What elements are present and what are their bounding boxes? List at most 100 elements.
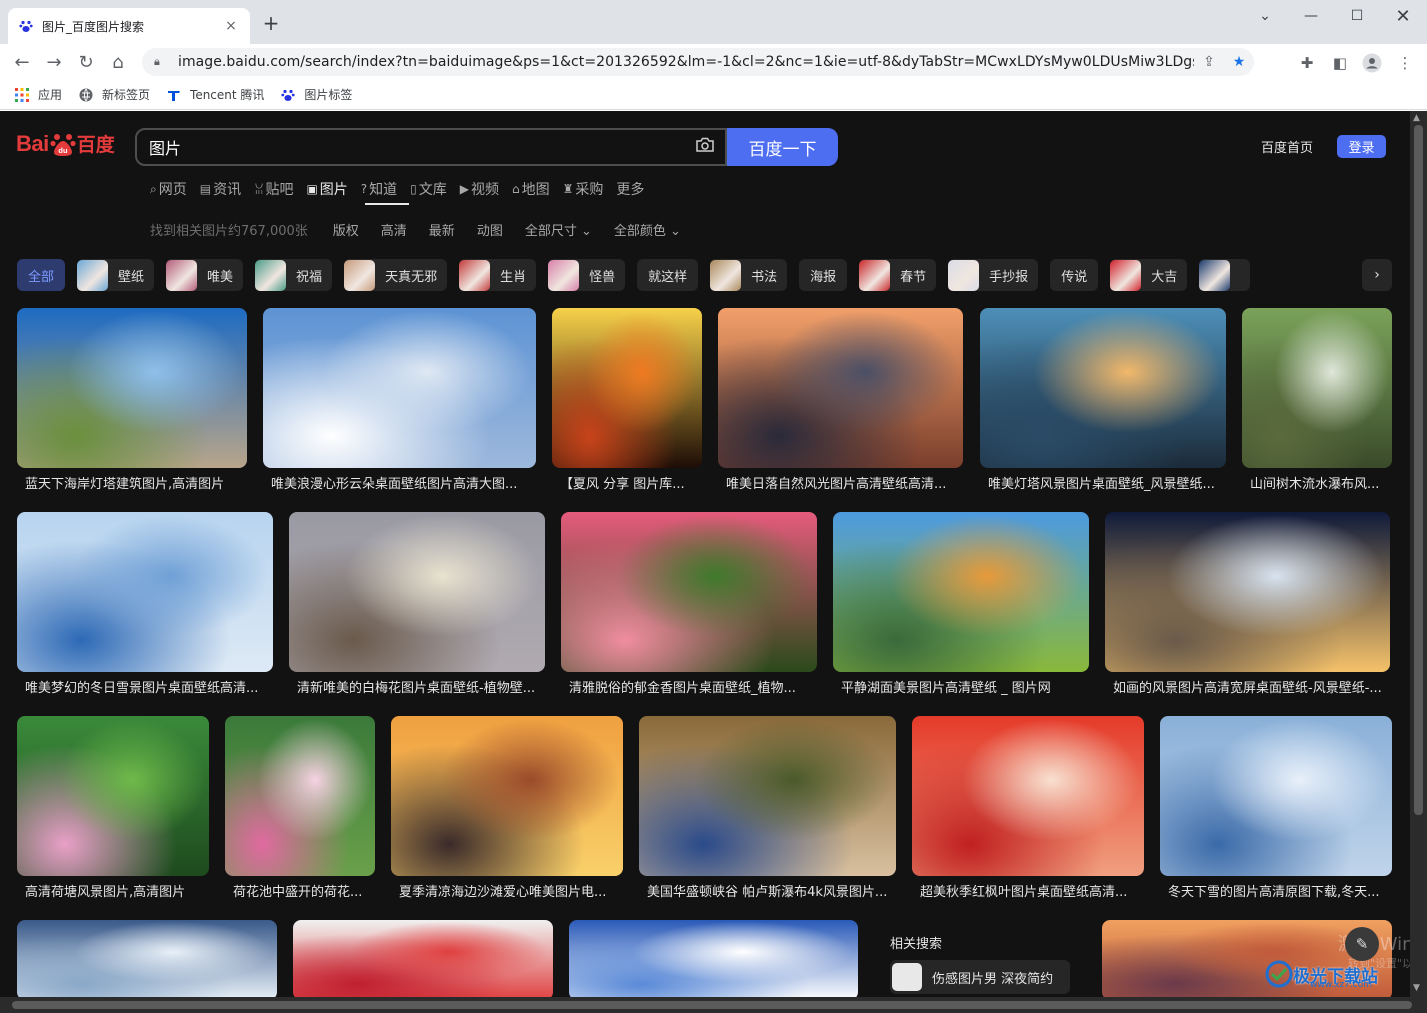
profile-icon[interactable] (1361, 52, 1383, 74)
chip-5[interactable]: 生肖 (459, 259, 537, 291)
filter-2[interactable]: 最新 (429, 220, 455, 239)
home-link[interactable]: 百度首页 (1261, 137, 1313, 156)
chip-2[interactable]: 唯美 (166, 259, 244, 291)
scrollbar-thumb[interactable] (12, 1001, 1412, 1009)
login-button[interactable]: 登录 (1337, 135, 1386, 158)
result-image[interactable] (718, 308, 963, 468)
chip-11[interactable]: 手抄报 (948, 259, 1039, 291)
chip-8[interactable]: 书法 (710, 259, 788, 291)
chip-13[interactable]: 大吉 (1110, 259, 1188, 291)
tab-5[interactable]: ▯ 文库 (410, 180, 447, 198)
maximize-icon[interactable]: ☐ (1342, 6, 1372, 26)
tab-3[interactable]: ▣ 图片 (306, 180, 347, 198)
image-card[interactable]: 荷花池中盛开的荷花... (225, 716, 375, 900)
result-image[interactable] (17, 920, 277, 1000)
image-caption[interactable]: 冬天下雪的图片高清原图下载,冬天... (1160, 881, 1392, 900)
chip-14[interactable] (1199, 259, 1251, 291)
camera-icon[interactable] (685, 137, 725, 158)
image-caption[interactable]: 荷花池中盛开的荷花... (225, 881, 375, 900)
image-card[interactable]: 唯美浪漫心形云朵桌面壁纸图片高清大图... (263, 308, 536, 492)
chip-7[interactable]: 就这样 (637, 259, 699, 291)
address-bar[interactable]: 🔒︎ image.baidu.com/search/index?tn=baidu… (142, 48, 1254, 76)
close-window-icon[interactable]: ✕ (1388, 6, 1418, 27)
result-image[interactable] (293, 920, 553, 1000)
image-card[interactable]: 山间树木流水瀑布风... (1242, 308, 1392, 492)
bookmark-tencent[interactable]: Tencent 腾讯 (166, 86, 264, 103)
image-caption[interactable]: 唯美浪漫心形云朵桌面壁纸图片高清大图... (263, 473, 536, 492)
new-tab-button[interactable]: + (260, 12, 282, 34)
image-card[interactable]: 冬天下雪的图片高清原图下载,冬天... (1160, 716, 1392, 900)
chevron-down-icon[interactable]: ⌄ (1250, 6, 1280, 26)
reload-icon[interactable]: ↻ (74, 50, 98, 74)
image-caption[interactable]: 美国华盛顿峡谷 帕卢斯瀑布4k风景图片... (639, 881, 896, 900)
tab-9[interactable]: 更多 (616, 180, 644, 198)
image-caption[interactable]: 蓝天下海岸灯塔建筑图片,高清图片 (17, 473, 247, 492)
filter-4[interactable]: 全部尺寸 ⌄ (525, 220, 592, 239)
tab-1[interactable]: ▤ 资讯 (200, 180, 241, 198)
share-icon[interactable]: ⇪ (1194, 54, 1224, 70)
result-image[interactable] (912, 716, 1144, 876)
tab-0[interactable]: ⌕ 网页 (150, 180, 187, 199)
image-card[interactable]: 美国华盛顿峡谷 帕卢斯瀑布4k风景图片... (639, 716, 896, 900)
image-card[interactable]: 蓝天下海岸灯塔建筑图片,高清图片 (17, 308, 247, 492)
result-image[interactable] (639, 716, 896, 876)
image-caption[interactable]: 夏季清凉海边沙滩爱心唯美图片电... (391, 881, 623, 900)
chip-0[interactable]: 全部 (17, 259, 66, 291)
back-icon[interactable]: ← (10, 50, 34, 74)
chip-10[interactable]: 春节 (859, 259, 937, 291)
image-caption[interactable]: 清新唯美的白梅花图片桌面壁纸-植物壁... (289, 677, 545, 696)
tab-4[interactable]: ? 知道 (361, 180, 397, 198)
image-caption[interactable]: 【夏风 分享 图片库... (552, 473, 702, 492)
image-card[interactable]: 平静湖面美景图片高清壁纸 _ 图片网 (833, 512, 1089, 696)
result-image[interactable] (17, 512, 273, 672)
home-icon[interactable]: ⌂ (106, 50, 130, 74)
result-image[interactable] (289, 512, 545, 672)
filter-5[interactable]: 全部颜色 ⌄ (614, 220, 681, 239)
chip-4[interactable]: 天真无邪 (344, 259, 448, 291)
vertical-scrollbar[interactable]: ▲ ▼ (1410, 111, 1427, 997)
chips-next-icon[interactable]: › (1362, 259, 1392, 291)
search-input[interactable]: 图片 (135, 128, 727, 166)
result-image[interactable] (833, 512, 1089, 672)
image-caption[interactable]: 唯美灯塔风景图片桌面壁纸_风景壁纸... (980, 473, 1226, 492)
tab-2[interactable]: ꈍ 贴吧 (254, 180, 293, 198)
chip-9[interactable]: 海报 (799, 259, 848, 291)
image-caption[interactable]: 超美秋季红枫叶图片桌面壁纸高清... (912, 881, 1144, 900)
image-card[interactable]: 超美秋季红枫叶图片桌面壁纸高清... (912, 716, 1144, 900)
image-card[interactable]: 唯美日落自然风光图片高清壁纸高清... (718, 308, 963, 492)
image-card[interactable] (293, 920, 553, 1000)
horizontal-scrollbar[interactable] (0, 997, 1427, 1013)
filter-1[interactable]: 高清 (381, 220, 407, 239)
feedback-icon[interactable]: ✎ (1345, 927, 1379, 961)
bookmark-newtab[interactable]: 新标签页 (78, 86, 150, 103)
related-item[interactable]: 伤感图片男 深夜简约 (890, 960, 1070, 994)
image-caption[interactable]: 平静湖面美景图片高清壁纸 _ 图片网 (833, 677, 1089, 696)
tab-7[interactable]: ⌂ 地图 (512, 180, 550, 198)
minimize-icon[interactable]: — (1296, 6, 1326, 26)
side-panel-icon[interactable]: ◧ (1329, 52, 1351, 74)
bookmark-image-tags[interactable]: 图片标签 (280, 86, 352, 103)
image-card[interactable]: 清新唯美的白梅花图片桌面壁纸-植物壁... (289, 512, 545, 696)
image-caption[interactable]: 唯美梦幻的冬日雪景图片桌面壁纸高清... (17, 677, 273, 696)
scroll-up-icon[interactable]: ▲ (1413, 113, 1420, 123)
browser-tab[interactable]: 图片_百度图片搜索 × (8, 8, 250, 44)
tab-6[interactable]: ▶ 视频 (460, 180, 499, 198)
close-tab-icon[interactable]: × (222, 17, 240, 35)
image-caption[interactable]: 高清荷塘风景图片,高清图片 (17, 881, 209, 900)
result-image[interactable] (1242, 308, 1392, 468)
image-caption[interactable]: 山间树木流水瀑布风... (1242, 473, 1392, 492)
scroll-down-icon[interactable]: ▼ (1413, 983, 1420, 993)
image-card[interactable]: 【夏风 分享 图片库... (552, 308, 702, 492)
menu-icon[interactable]: ⋮ (1394, 52, 1416, 74)
chip-12[interactable]: 传说 (1050, 259, 1099, 291)
forward-icon[interactable]: → (42, 50, 66, 74)
filter-0[interactable]: 版权 (333, 220, 359, 239)
search-query[interactable]: 图片 (149, 135, 685, 159)
result-image[interactable] (561, 512, 817, 672)
tab-8[interactable]: ♜ 采购 (563, 180, 604, 198)
image-card[interactable]: 唯美灯塔风景图片桌面壁纸_风景壁纸... (980, 308, 1226, 492)
result-image[interactable] (980, 308, 1226, 468)
scrollbar-thumb[interactable] (1414, 125, 1423, 815)
result-image[interactable] (569, 920, 858, 1000)
chip-1[interactable]: 壁纸 (77, 259, 155, 291)
